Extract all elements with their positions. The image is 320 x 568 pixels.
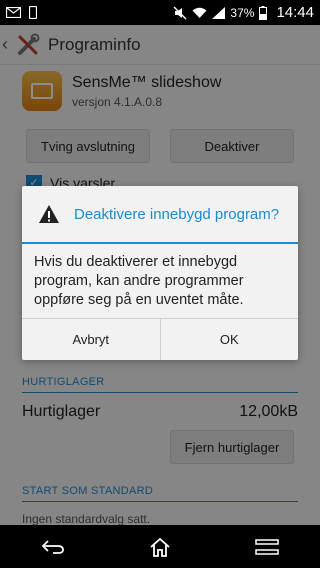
- back-button[interactable]: [33, 532, 73, 562]
- battery-percent: 37%: [230, 5, 255, 20]
- dialog-title: Deaktivere innebygd program?: [74, 205, 280, 223]
- battery-icon: [259, 5, 268, 20]
- cancel-button[interactable]: Avbryt: [22, 319, 160, 360]
- ok-button[interactable]: OK: [159, 319, 299, 360]
- recents-icon: [254, 538, 279, 555]
- home-button[interactable]: [140, 532, 180, 562]
- disable-confirm-dialog: Deaktivere innebygd program? Hvis du dea…: [22, 186, 298, 360]
- signal-icon: [212, 6, 226, 19]
- gmail-icon: [6, 7, 21, 18]
- dialog-message: Hvis du deaktiverer et innebygd program,…: [34, 254, 244, 308]
- clock: 14:44: [276, 4, 314, 21]
- dialog-header: Deaktivere innebygd program?: [22, 186, 298, 242]
- back-icon: [42, 539, 65, 554]
- warning-icon: [39, 205, 59, 223]
- recents-button[interactable]: [247, 532, 287, 562]
- status-bar: 37% 14:44: [0, 0, 320, 25]
- phone-icon: [29, 6, 37, 19]
- mute-icon: [173, 6, 187, 19]
- wifi-icon: [192, 7, 207, 18]
- home-icon: [150, 537, 170, 557]
- navigation-bar: [0, 525, 320, 568]
- dialog-buttons: Avbryt OK: [22, 318, 298, 360]
